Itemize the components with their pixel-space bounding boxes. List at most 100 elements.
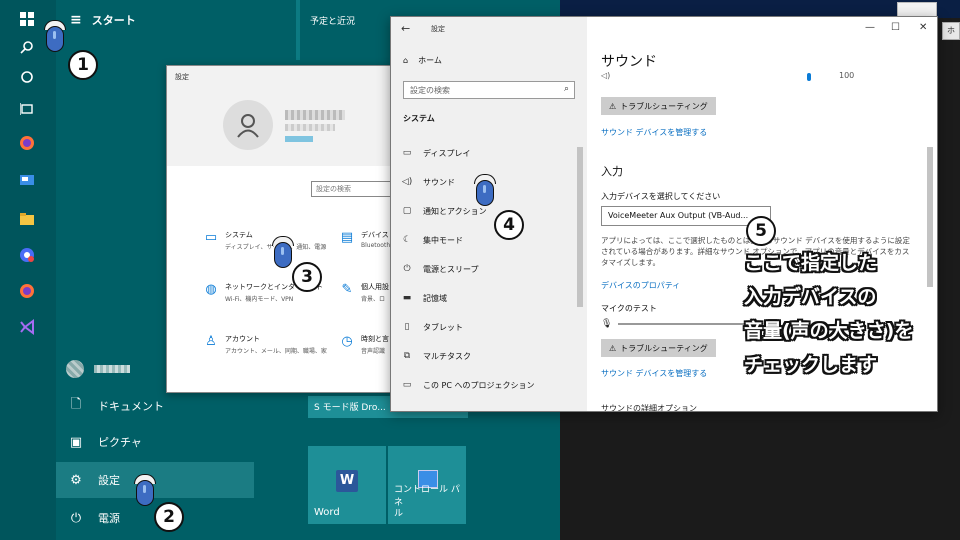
search-input[interactable]: 設定の検索	[311, 181, 393, 197]
output-volume-slider-thumb[interactable]	[807, 73, 811, 81]
power-icon: ⏻	[403, 264, 411, 274]
start-item-label: ドキュメント	[98, 400, 164, 413]
projection-icon: ▭	[402, 380, 412, 390]
nav-item-label: タブレット	[423, 322, 463, 332]
firefox-icon[interactable]	[16, 132, 38, 154]
paintbrush-icon: ✎	[341, 282, 353, 297]
input-heading: 入力	[601, 165, 623, 178]
instruction-callout: ここで指定した 入力デバイスの 音量(声の大きさ)を チェックします	[744, 246, 954, 382]
back-arrow-icon[interactable]: ←	[401, 22, 410, 35]
select-input-label: 入力デバイスを選択してください	[601, 192, 721, 201]
category-personalization[interactable]: ✎ 個人用設 背景、ロ	[339, 282, 389, 303]
nav-item-label: マルチタスク	[423, 351, 471, 361]
speaker-icon: ◁)	[601, 71, 611, 80]
tablet-icon: ▯	[404, 322, 410, 332]
nav-item-label: 電源とスリープ	[423, 264, 479, 274]
window-title: 設定	[175, 73, 189, 81]
remote-desktop-icon[interactable]	[16, 170, 38, 192]
category-subtitle: 音声認識	[361, 348, 386, 355]
hand-pointer-icon	[134, 474, 156, 508]
nav-item-focus[interactable]: ☾ 集中モード	[401, 230, 581, 250]
hand-pointer-icon	[474, 174, 496, 208]
search-placeholder: 設定の検索	[410, 86, 450, 95]
blurred-user-name	[285, 110, 345, 120]
nav-item-power[interactable]: ⏻ 電源とスリープ	[401, 259, 581, 279]
tile-control-panel[interactable]: コントロール パネ ル	[388, 446, 466, 524]
category-system[interactable]: ▭ システム ディスプレイ、サウンド、通知、電源	[203, 230, 326, 251]
firefox-icon-2[interactable]	[16, 280, 38, 302]
speaker-icon: ◁)	[401, 177, 413, 187]
input-device-dropdown[interactable]: VoiceMeeter Aux Output (VB-Aud...	[601, 206, 771, 226]
category-accounts[interactable]: ♙ アカウント アカウント、メール、同期、職場、家	[203, 334, 327, 355]
search-input[interactable]: 設定の検索 ⌕	[403, 81, 575, 99]
nav-item-storage[interactable]: ▬ 記憶域	[401, 288, 581, 308]
window-title: 設定	[431, 25, 445, 33]
home-icon: ⌂	[403, 56, 409, 65]
nav-scrollbar[interactable]	[577, 147, 583, 307]
troubleshoot-label: トラブルシューティング	[620, 101, 708, 111]
manage-devices-link-2[interactable]: サウンド デバイスを管理する	[601, 368, 707, 379]
start-header[interactable]: ≡ スタート	[70, 12, 136, 28]
search-icon[interactable]	[16, 36, 38, 58]
clock-language-icon: ◷	[341, 334, 353, 349]
category-subtitle: アカウント、メール、同期、職場、家	[225, 348, 327, 355]
notification-icon: ▢	[402, 206, 412, 216]
tile-word-label: Word	[314, 507, 340, 518]
blurred-user-link[interactable]	[285, 136, 313, 142]
settings-home-header	[167, 66, 391, 166]
word-icon: W	[336, 470, 358, 492]
nav-item-display[interactable]: ▭ ディスプレイ	[401, 143, 581, 163]
callout-line: チェックします	[744, 354, 878, 376]
category-title: アカウント	[225, 335, 260, 343]
nav-item-multitask[interactable]: ⧉ マルチタスク	[401, 346, 581, 366]
nav-item-label: この PC へのプロジェクション	[423, 380, 535, 390]
microphone-icon: 🎙	[601, 319, 613, 329]
task-view-icon[interactable]	[16, 98, 38, 120]
nav-item-tablet[interactable]: ▯ タブレット	[401, 317, 581, 337]
page-title: サウンド	[601, 54, 657, 70]
manage-devices-link[interactable]: サウンド デバイスを管理する	[601, 127, 707, 138]
chrome-remote-icon[interactable]	[16, 244, 38, 266]
visual-studio-icon[interactable]	[16, 316, 38, 338]
start-item-label: 設定	[98, 474, 120, 487]
hamburger-icon[interactable]: ≡	[70, 12, 82, 28]
troubleshoot-button[interactable]: ⚠ トラブルシューティング	[601, 97, 716, 115]
step-number-4: 4	[494, 210, 524, 240]
monitor-icon: ▭	[402, 148, 412, 158]
blurred-user-email	[285, 124, 335, 131]
category-devices[interactable]: ▤ デバイス Bluetooth	[339, 230, 390, 249]
nav-home[interactable]: ⌂ ホーム	[403, 55, 442, 66]
background-tab[interactable]: ホ	[942, 22, 960, 40]
storage-icon: ▬	[402, 293, 412, 303]
nav-item-label: 集中モード	[423, 235, 463, 245]
settings-home-window[interactable]: 設定 設定の検索 ▭ システム ディスプレイ、サウンド、通知、電源 ▤ デバイス…	[166, 65, 393, 393]
callout-line: 音量(声の大きさ)を	[744, 320, 914, 342]
user-account[interactable]	[66, 360, 130, 378]
advanced-options-heading: サウンドの詳細オプション	[601, 404, 697, 412]
nav-section-title: システム	[403, 114, 435, 123]
hand-pointer-icon	[272, 236, 294, 270]
windows-logo-icon[interactable]	[16, 8, 38, 30]
blurred-user-name	[94, 365, 130, 373]
keyboard-icon: ▤	[340, 230, 354, 245]
start-item-documents[interactable]: 🗋 ドキュメント	[56, 388, 254, 424]
warning-icon: ⚠	[609, 343, 617, 353]
cortana-icon[interactable]	[16, 66, 38, 88]
avatar	[223, 100, 273, 150]
troubleshoot-button-2[interactable]: ⚠ トラブルシューティング	[601, 339, 716, 357]
nav-item-label: ディスプレイ	[423, 148, 471, 158]
category-time-language[interactable]: ◷ 時刻と言 音声認識	[339, 334, 389, 355]
moon-icon: ☾	[402, 235, 412, 245]
start-item-pictures[interactable]: ▣ ピクチャ	[56, 424, 254, 460]
document-icon: 🗋	[70, 397, 82, 412]
file-explorer-icon[interactable]	[16, 208, 38, 230]
nav-home-label: ホーム	[418, 56, 442, 65]
start-left-strip	[0, 0, 56, 540]
tile-word[interactable]: W Word	[308, 446, 386, 524]
category-subtitle: 背景、ロ	[361, 296, 386, 303]
warning-icon: ⚠	[609, 101, 617, 111]
device-properties-link[interactable]: デバイスのプロパティ	[601, 280, 680, 291]
step-number-2: 2	[154, 502, 184, 532]
tile-scroll-indicator	[296, 0, 300, 60]
nav-item-projection[interactable]: ▭ この PC へのプロジェクション	[401, 375, 581, 395]
